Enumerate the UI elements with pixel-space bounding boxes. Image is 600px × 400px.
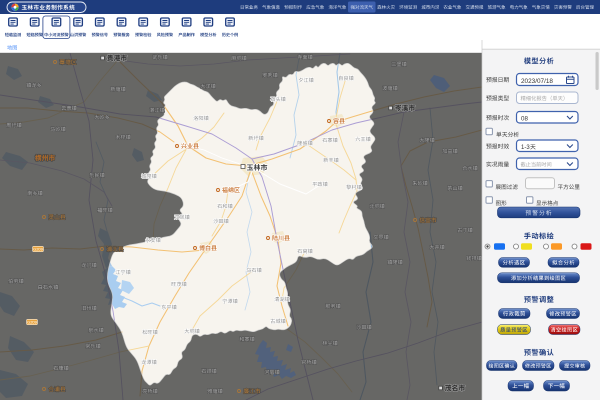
svg-text:2023/07/18: 2023/07/18: [521, 78, 553, 85]
svg-text:08: 08: [521, 116, 528, 123]
svg-text:G209: G209: [27, 319, 38, 324]
svg-text:1-3: 1-3: [521, 145, 530, 151]
svg-text:G209: G209: [33, 246, 44, 251]
